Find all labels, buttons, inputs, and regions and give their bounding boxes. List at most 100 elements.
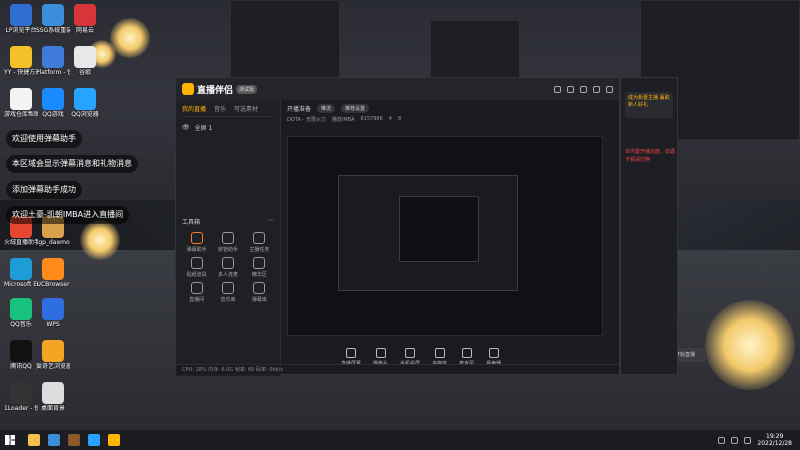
- source-control-icon: [346, 348, 356, 358]
- maximize-icon[interactable]: [593, 85, 600, 93]
- skin-icon[interactable]: [567, 85, 574, 93]
- desktop-icon[interactable]: LP浏览平台: [4, 4, 38, 34]
- live-header-title: 开播准备: [287, 106, 312, 113]
- tool-item[interactable]: 弹幕库: [245, 282, 274, 303]
- tab-music[interactable]: 音乐: [214, 104, 226, 113]
- desktop-icon-label: QQ音乐: [10, 321, 32, 328]
- desktop-icon[interactable]: 谷歌: [68, 46, 102, 76]
- desktop-icon[interactable]: Platform - 快捷方式: [36, 46, 70, 76]
- game-icon[interactable]: [68, 434, 80, 446]
- app-titlebar: 直播伴侣 测试版: [176, 78, 619, 100]
- desktop-icon-image: [10, 258, 32, 280]
- push-button[interactable]: 推流: [317, 104, 336, 113]
- desktop-icon-label: 游戏仓库帮助.exe: [4, 111, 38, 118]
- tool-icon: [190, 282, 203, 294]
- desktop-icon-image: [74, 46, 96, 68]
- desktop-icon-label: QQ游戏: [42, 111, 64, 118]
- desktop-icon-image: [10, 382, 32, 404]
- start-button[interactable]: [0, 430, 20, 450]
- tool-item[interactable]: 贴纸道具: [182, 257, 211, 278]
- tool-label: 弹幕库: [251, 297, 267, 303]
- desktop-icon-label: QQ浏览器: [71, 111, 99, 118]
- desktop-icon-label: 桌面背景: [40, 405, 65, 412]
- desktop-icon[interactable]: YY - 快捷方式: [4, 46, 38, 76]
- tool-icon: [221, 282, 234, 294]
- desktop-icon[interactable]: 1Loader - 快捷方式: [4, 382, 38, 412]
- tool-icon: [253, 232, 266, 244]
- desktop-icon[interactable]: QQ音乐: [4, 298, 38, 328]
- viewer-count: 4: [388, 116, 392, 122]
- desktop-icon[interactable]: 网易云: [68, 4, 102, 34]
- desktop-icon[interactable]: QQ浏览器: [68, 88, 102, 118]
- live-companion-taskbar-icon[interactable]: [108, 434, 120, 446]
- tool-item[interactable]: 精华区: [245, 257, 274, 278]
- tool-icon: [190, 232, 203, 244]
- scene-item[interactable]: 👁 全屏 1: [182, 123, 274, 132]
- tool-label: 音乐库: [220, 297, 236, 303]
- tab-materials[interactable]: 可选素材: [234, 104, 258, 113]
- settings-icon[interactable]: [554, 85, 561, 93]
- desktop-icon[interactable]: Microsoft Edge: [4, 258, 38, 288]
- desktop-icon-label: YY - 快捷方式: [4, 69, 38, 76]
- desktop-icon-label: WPS: [46, 321, 60, 328]
- chrome-icon[interactable]: [48, 434, 60, 446]
- live-title: 播放IMBA: [331, 117, 355, 123]
- chat-message: 欢迎土豪-凯朝IMBA进入直播间: [6, 206, 130, 224]
- input-method-icon[interactable]: [744, 436, 752, 444]
- desktop-icon-image: [10, 340, 32, 362]
- chat-message: 欢迎使用弹幕助手: [6, 130, 82, 148]
- desktop-icon[interactable]: 爱奇艺浏览器: [36, 340, 70, 370]
- toolbox-grid: 弹幕助手 房管助手 主播任务贴纸道具 多人连麦 精华区直播间 音乐库 弹幕库: [182, 232, 274, 303]
- desktop-icon-image: [42, 46, 64, 68]
- recommend-settings-button[interactable]: 推荐设置: [341, 104, 370, 113]
- tool-item[interactable]: 直播间: [182, 282, 211, 303]
- chat-message: 本区域会显示弹幕消息和礼物消息: [6, 155, 138, 173]
- stream-preview[interactable]: [287, 136, 603, 336]
- more-icon[interactable]: ⋯: [268, 217, 274, 226]
- system-tray: 19:29 2022/12/28: [718, 433, 800, 447]
- desktop-icon-image: [74, 4, 96, 26]
- tool-item[interactable]: 音乐库: [213, 282, 242, 303]
- desktop-icon-image: [10, 46, 32, 68]
- clock[interactable]: 19:29 2022/12/28: [757, 433, 792, 447]
- desktop-icon-label: tgp_daemon: [36, 239, 70, 246]
- desktop-icon[interactable]: WPS: [36, 298, 70, 328]
- app-logo: 直播伴侣 测试版: [182, 83, 258, 96]
- tool-label: 弹幕助手: [186, 247, 207, 253]
- live-room-id: 6157986: [360, 116, 383, 122]
- close-icon[interactable]: [606, 85, 613, 93]
- clock-time: 19:29: [766, 433, 784, 440]
- network-icon[interactable]: [718, 436, 726, 444]
- desktop-icon[interactable]: 游戏仓库帮助.exe: [4, 88, 38, 118]
- tool-item[interactable]: 主播任务: [245, 232, 274, 253]
- minimize-icon[interactable]: [580, 85, 587, 93]
- source-control-icon: [488, 348, 499, 358]
- tool-icon: [221, 232, 234, 244]
- desktop-icon[interactable]: 腾讯QQ: [4, 340, 38, 370]
- scene-label: 全屏 1: [194, 125, 213, 132]
- live-meta: DOTA - 无限火力 播放IMBA 6157986 4 8: [287, 116, 613, 123]
- wallpaper-lamp: [110, 18, 150, 58]
- tab-my-live[interactable]: 我的直播: [182, 104, 206, 113]
- version-badge: 测试版: [236, 84, 258, 94]
- tool-icon: [253, 257, 266, 269]
- source-control-icon: [434, 348, 445, 358]
- live-category: DOTA - 无限火力: [287, 117, 326, 123]
- tool-label: 多人连麦: [217, 272, 238, 278]
- desktop-icon[interactable]: UCBrowser: [36, 258, 70, 288]
- desktop-icon[interactable]: 桌面背景: [36, 382, 70, 412]
- promo-banner[interactable]: 成为新晋主播 赢取新人好礼: [625, 92, 673, 118]
- live-companion-window: 直播伴侣 测试版 我的直播 音乐 可选素材 👁 全屏 1 工具箱 ⋯ 弹幕助手 …: [175, 77, 707, 376]
- tool-label: 精华区: [251, 272, 267, 278]
- desktop-icon[interactable]: QQ游戏: [36, 88, 70, 118]
- tool-item[interactable]: 弹幕助手: [182, 232, 211, 253]
- desktop-icon[interactable]: SSG系统重装大师: [36, 4, 70, 34]
- wallpaper-lamp: [80, 220, 120, 260]
- volume-icon[interactable]: [731, 436, 739, 444]
- desktop-icon-image: [74, 88, 96, 110]
- file-explorer-icon[interactable]: [28, 434, 40, 446]
- browser-icon[interactable]: [88, 434, 100, 446]
- tool-item[interactable]: 多人连麦: [213, 257, 242, 278]
- eye-icon[interactable]: 👁: [182, 124, 190, 131]
- tool-item[interactable]: 房管助手: [213, 232, 242, 253]
